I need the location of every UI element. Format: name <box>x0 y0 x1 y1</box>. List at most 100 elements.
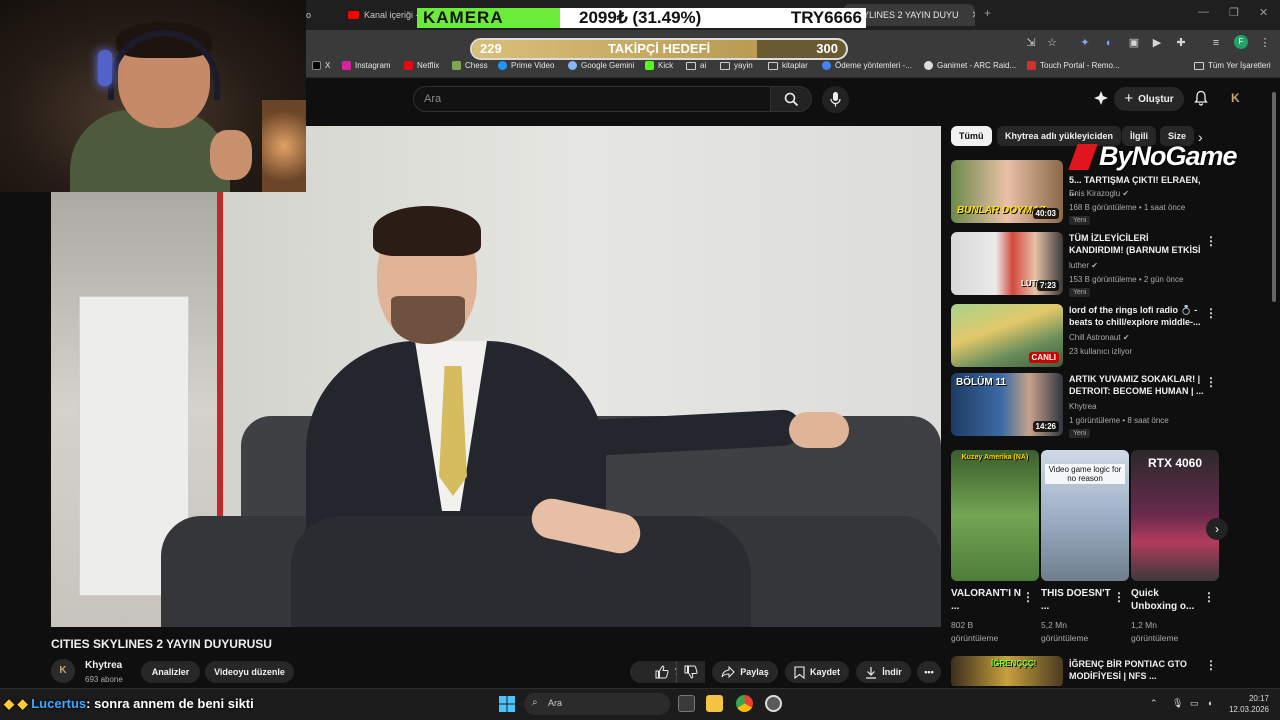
file-explorer-icon[interactable] <box>706 695 723 712</box>
obs-icon[interactable] <box>765 695 782 712</box>
new-tab-icon[interactable]: + <box>984 6 991 20</box>
more-actions-button[interactable]: ••• <box>917 661 941 683</box>
recommendation-thumbnail[interactable]: CANLI <box>951 304 1063 367</box>
shorts-next-button[interactable]: › <box>1206 518 1228 540</box>
notifications-bell-icon[interactable] <box>1193 90 1209 106</box>
tab-truncated[interactable]: o <box>306 4 311 26</box>
close-tab-icon[interactable]: ✕ <box>972 10 975 21</box>
restore-icon[interactable]: ❐ <box>1229 6 1239 19</box>
analytics-button[interactable]: Analizler <box>141 661 200 683</box>
share-button[interactable]: Paylaş <box>712 661 778 683</box>
recommendation-thumbnail[interactable]: BUNLAR DOYMAZ 40:03 <box>951 160 1063 223</box>
more-options-icon[interactable]: ⋮ <box>1205 375 1217 389</box>
short-thumbnail[interactable]: Kuzey Amerika (NA) <box>951 450 1039 581</box>
bookmark-instagram[interactable]: Instagram <box>342 61 391 70</box>
recommendation-item[interactable]: İĞRENÇÇÇ! İĞRENÇ BİR PONTIAC GTO MODİFİY… <box>951 656 1221 686</box>
recommendation-thumbnail[interactable]: LUTHER 7:23 <box>951 232 1063 295</box>
more-options-icon[interactable]: ⋮ <box>1205 306 1217 320</box>
bookmark-prime-video[interactable]: Prime Video <box>498 61 554 70</box>
task-view-icon[interactable] <box>678 695 695 712</box>
recommendation-channel[interactable]: Enis Kirazoglu ✔ <box>1069 189 1129 198</box>
extension-square-icon[interactable]: ▣ <box>1127 36 1141 50</box>
more-options-icon[interactable]: ⋮ <box>1022 590 1034 604</box>
short-title[interactable]: VALORANT'I N ... <box>951 587 1021 613</box>
extension-translate-icon[interactable]: ✦ <box>1078 36 1092 50</box>
bookmark-x[interactable]: X <box>312 61 330 70</box>
recommendation-item[interactable]: BÖLÜM 11 14:26 ARTIK YUVAMIZ SOKAKLAR! |… <box>951 373 1221 438</box>
bookmark-kick[interactable]: Kick <box>645 61 673 70</box>
recommendation-title[interactable]: İĞRENÇ BİR PONTIAC GTO MODİFİYESİ | NFS … <box>1069 658 1205 682</box>
more-options-icon[interactable]: ⋮ <box>1205 658 1217 672</box>
bookmark-netflix[interactable]: Netflix <box>404 61 439 70</box>
create-button[interactable]: + Oluştur <box>1114 87 1184 111</box>
windows-start-icon[interactable] <box>499 696 515 712</box>
recommendation-item[interactable]: CANLI lord of the rings lofi radio 💍 - b… <box>951 304 1221 368</box>
recommendation-channel[interactable]: Chill Astronaut ✔ <box>1069 333 1130 342</box>
tray-chevron-icon[interactable]: ⌃ <box>1150 698 1158 709</box>
install-app-icon[interactable]: ⇲ <box>1024 36 1038 50</box>
download-label: İndir <box>882 667 902 677</box>
save-button[interactable]: Kaydet <box>785 661 849 683</box>
volume-icon[interactable]: ◖ <box>1207 698 1212 708</box>
channel-name[interactable]: Khytrea <box>1069 402 1097 411</box>
edit-video-button[interactable]: Videoyu düzenle <box>205 661 294 683</box>
tab-active-label: SKYLINES 2 YAYIN DUYU <box>851 10 959 20</box>
bookmark-arc-raid[interactable]: Ganimet - ARC Raid... <box>924 61 1016 70</box>
extensions-puzzle-icon[interactable]: ✚ <box>1174 36 1188 50</box>
account-avatar[interactable]: K <box>1231 91 1240 105</box>
microphone-tray-icon[interactable]: 🎙 <box>1172 698 1183 709</box>
more-options-icon[interactable]: ⋮ <box>1203 590 1215 604</box>
bookmark-gemini[interactable]: Google Gemini <box>568 61 634 70</box>
recommendation-thumbnail[interactable]: BÖLÜM 11 14:26 <box>951 373 1063 436</box>
taskbar-search[interactable]: ⌕ Ara <box>524 693 670 715</box>
all-bookmarks[interactable]: Tüm Yer İşaretleri <box>1194 61 1271 70</box>
network-icon[interactable]: ▭ <box>1190 698 1199 709</box>
recommendation-item[interactable]: LUTHER 7:23 TÜM İZLEYİCİLERİ KANDIRDIM! … <box>951 232 1221 297</box>
bookmark-chess[interactable]: Chess <box>452 61 488 70</box>
voice-search-button[interactable] <box>822 86 849 113</box>
search-input[interactable]: Ara <box>413 86 771 112</box>
folder-icon <box>720 61 730 70</box>
bookmark-folder-yayin[interactable]: yayin <box>720 61 753 70</box>
more-options-icon[interactable]: ⋮ <box>1205 234 1217 248</box>
search-button[interactable] <box>770 86 812 112</box>
chip-all[interactable]: Tümü <box>951 126 992 146</box>
short-thumbnail[interactable]: Video game logic for no reason <box>1041 450 1129 581</box>
dislike-button[interactable] <box>676 661 705 683</box>
recommendation-channel[interactable]: luther ✔ <box>1069 261 1098 270</box>
page-scrollbar[interactable] <box>1272 92 1276 302</box>
minimize-icon[interactable]: — <box>1198 6 1209 18</box>
download-button[interactable]: İndir <box>856 661 911 683</box>
chat-message: ◆ ◆ Lucertus: sonra annem de beni sikti <box>4 696 254 712</box>
channel-avatar[interactable]: K <box>51 659 75 683</box>
ai-sparkle-icon[interactable] <box>1093 90 1109 106</box>
profile-avatar[interactable]: F <box>1234 35 1248 49</box>
recommendation-title[interactable]: ARTIK YUVAMIZ SOKAKLAR! | DETROIT: BECOM… <box>1069 373 1205 397</box>
recommendation-title[interactable]: lord of the rings lofi radio 💍 - beats t… <box>1069 304 1205 328</box>
short-thumbnail[interactable]: RTX 4060 <box>1131 450 1219 581</box>
more-options-icon[interactable]: ⋮ <box>1113 590 1125 604</box>
create-label: Oluştur <box>1138 93 1174 105</box>
extension-play-icon[interactable]: ▶ <box>1150 36 1164 50</box>
channel-name[interactable]: Khytrea <box>85 660 122 671</box>
short-title[interactable]: Quick Unboxing o... <box>1131 587 1201 613</box>
recommendation-thumbnail[interactable]: İĞRENÇÇÇ! <box>951 656 1063 686</box>
bookmark-folder-ai[interactable]: ai <box>686 61 706 70</box>
new-badge: Yeni <box>1069 216 1091 225</box>
bookmark-folder-kitaplar[interactable]: kitaplar <box>768 61 808 70</box>
recommendation-title[interactable]: TÜM İZLEYİCİLERİ KANDIRDIM! (BARNUM ETKİ… <box>1069 232 1205 256</box>
tab-channel-content[interactable]: Kanal içeriği - <box>348 4 422 26</box>
chrome-icon[interactable] <box>736 695 753 712</box>
browser-menu-icon[interactable]: ⋮ <box>1258 36 1272 50</box>
short-title[interactable]: THIS DOESN'T ... <box>1041 587 1111 613</box>
video-player[interactable] <box>51 126 941 627</box>
subscriber-count: 693 abone <box>85 675 123 684</box>
taskbar-clock[interactable]: 20:17 12.03.2026 <box>1227 693 1269 715</box>
reading-list-icon[interactable]: ≡ <box>1209 36 1223 50</box>
bookmark-payment-methods[interactable]: Ödeme yöntemleri -... <box>822 61 912 70</box>
close-window-icon[interactable]: ✕ <box>1259 6 1268 19</box>
bookmark-touch-portal[interactable]: Touch Portal - Remo... <box>1027 61 1120 70</box>
recommendation-item[interactable]: BUNLAR DOYMAZ 40:03 5... TARTIŞMA ÇIKTI!… <box>951 160 1221 225</box>
bookmark-star-icon[interactable]: ☆ <box>1045 36 1059 50</box>
extension-audio-icon[interactable]: ◖ <box>1101 36 1115 50</box>
